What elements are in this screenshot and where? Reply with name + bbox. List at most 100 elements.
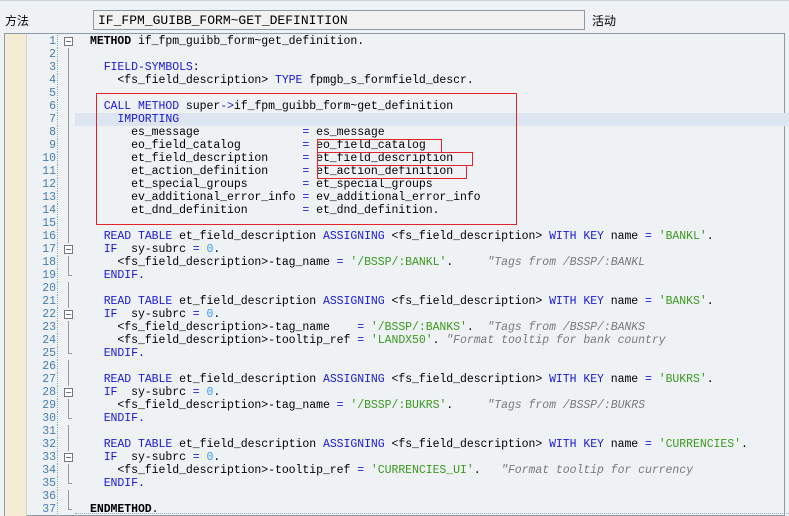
fold-end-icon bbox=[68, 509, 72, 510]
gutter-divider bbox=[57, 217, 58, 230]
code-text: <fs_field_description> TYPE fpmgb_s_form… bbox=[90, 74, 474, 87]
gutter-divider bbox=[57, 35, 58, 48]
code-line[interactable]: 37 ENDMETHOD. bbox=[0, 503, 789, 516]
code-line[interactable]: 16 READ TABLE et_field_description ASSIG… bbox=[0, 230, 789, 243]
code-line[interactable]: 34 <fs_field_description>-tooltip_ref = … bbox=[0, 464, 789, 477]
string-literal: 'LANDX50' bbox=[370, 334, 433, 347]
operator: = bbox=[645, 295, 652, 308]
line-number: 11 bbox=[42, 165, 56, 178]
line-number: 36 bbox=[42, 490, 56, 503]
line-number: 17 bbox=[42, 243, 56, 256]
line-number: 9 bbox=[49, 139, 56, 152]
fold-collapse-icon[interactable]: − bbox=[64, 37, 73, 46]
comment: "Tags from /BSSP/:BANKL bbox=[487, 256, 645, 269]
gutter-divider bbox=[57, 464, 58, 477]
code-text: ENDIF. bbox=[90, 347, 145, 360]
fold-collapse-icon[interactable]: − bbox=[64, 310, 73, 319]
string-literal: 'CURRENCIES_UI' bbox=[370, 464, 474, 477]
number-literal: 0 bbox=[206, 386, 214, 399]
gutter-divider bbox=[57, 282, 58, 295]
line-number: 34 bbox=[42, 464, 56, 477]
keyword: FIELD-SYMBOLS bbox=[103, 61, 193, 74]
code-text: <fs_field_description>-tag_name = '/BSSP… bbox=[90, 399, 645, 412]
fold-line bbox=[68, 425, 69, 438]
gutter-divider bbox=[57, 295, 58, 308]
code-line[interactable]: 19 ENDIF. bbox=[0, 269, 789, 282]
code-text: FIELD-SYMBOLS: bbox=[103, 61, 200, 74]
fold-collapse-icon[interactable]: − bbox=[64, 245, 73, 254]
method-name-field[interactable]: IF_FPM_GUIBB_FORM~GET_DEFINITION bbox=[93, 10, 585, 30]
code-line[interactable]: 29 <fs_field_description>-tag_name = '/B… bbox=[0, 399, 789, 412]
code-line[interactable]: 30 ENDIF. bbox=[0, 412, 789, 425]
code-line[interactable]: 23 <fs_field_description>-tag_name = '/B… bbox=[0, 321, 789, 334]
code-text: READ TABLE et_field_description ASSIGNIN… bbox=[103, 295, 714, 308]
gutter-divider bbox=[57, 308, 58, 321]
fold-collapse-icon[interactable]: − bbox=[64, 453, 73, 462]
code-line[interactable]: 35 ENDIF. bbox=[0, 477, 789, 490]
keyword: TABLE bbox=[137, 295, 173, 308]
fold-line bbox=[68, 165, 69, 178]
gutter-divider bbox=[57, 74, 58, 87]
code-line[interactable]: 21 READ TABLE et_field_description ASSIG… bbox=[0, 295, 789, 308]
keyword: TABLE bbox=[137, 230, 173, 243]
fold-line bbox=[68, 360, 69, 373]
code-text: METHOD if_fpm_guibb_form~get_definition. bbox=[90, 35, 365, 48]
code-line[interactable]: 33− IF sy-subrc = 0. bbox=[0, 451, 789, 464]
code-line[interactable]: 3 FIELD-SYMBOLS: bbox=[0, 61, 789, 74]
gutter-divider bbox=[57, 139, 58, 152]
line-number: 24 bbox=[42, 334, 56, 347]
code-text: <fs_field_description>-tag_name = '/BSSP… bbox=[90, 256, 645, 269]
code-text: IF sy-subrc = 0. bbox=[103, 451, 221, 464]
code-line[interactable]: 24 <fs_field_description>-tooltip_ref = … bbox=[0, 334, 789, 347]
code-line[interactable]: 1− METHOD if_fpm_guibb_form~get_definitio… bbox=[0, 35, 789, 48]
code-line[interactable]: 18 <fs_field_description>-tag_name = '/B… bbox=[0, 256, 789, 269]
code-line[interactable]: 25 ENDIF. bbox=[0, 347, 789, 360]
code-line[interactable]: 2 bbox=[0, 48, 789, 61]
code-line[interactable]: 26 bbox=[0, 360, 789, 373]
fold-collapse-icon[interactable]: − bbox=[64, 388, 73, 397]
gutter-divider bbox=[57, 100, 58, 113]
code-line[interactable]: 22− IF sy-subrc = 0. bbox=[0, 308, 789, 321]
gutter-divider bbox=[57, 152, 58, 165]
line-number: 26 bbox=[42, 360, 56, 373]
code-line[interactable]: 32 READ TABLE et_field_description ASSIG… bbox=[0, 438, 789, 451]
gutter-divider bbox=[57, 477, 58, 490]
line-number: 31 bbox=[42, 425, 56, 438]
operator: = bbox=[357, 334, 365, 347]
gutter-divider bbox=[57, 191, 58, 204]
code-line[interactable]: 17− IF sy-subrc = 0. bbox=[0, 243, 789, 256]
number-literal: 0 bbox=[206, 451, 214, 464]
keyword: KEY bbox=[583, 230, 604, 243]
number-literal: 0 bbox=[206, 308, 214, 321]
operator: = bbox=[192, 243, 200, 256]
operator: = bbox=[645, 373, 652, 386]
code-line[interactable]: 31 bbox=[0, 425, 789, 438]
operator: = bbox=[357, 321, 365, 334]
operator: = bbox=[192, 386, 200, 399]
gutter-divider bbox=[57, 386, 58, 399]
operator: = bbox=[645, 438, 652, 451]
string-literal: 'BANKS' bbox=[658, 295, 707, 308]
code-line[interactable]: 20 bbox=[0, 282, 789, 295]
code-line[interactable]: 4 <fs_field_description> TYPE fpmgb_s_fo… bbox=[0, 74, 789, 87]
line-number: 19 bbox=[42, 269, 56, 282]
fold-line bbox=[68, 61, 69, 74]
editor-bottom-divider bbox=[75, 513, 789, 514]
line-number: 27 bbox=[42, 373, 56, 386]
line-number: 25 bbox=[42, 347, 56, 360]
line-number: 32 bbox=[42, 438, 56, 451]
line-number: 4 bbox=[49, 74, 56, 87]
code-text: READ TABLE et_field_description ASSIGNIN… bbox=[103, 438, 748, 451]
code-text: IF sy-subrc = 0. bbox=[103, 243, 221, 256]
et-action-definition-highlight-box bbox=[317, 165, 467, 179]
keyword: READ bbox=[103, 373, 132, 386]
fold-line bbox=[68, 399, 69, 412]
code-line[interactable]: 28− IF sy-subrc = 0. bbox=[0, 386, 789, 399]
fold-line bbox=[68, 178, 69, 191]
fold-line bbox=[68, 87, 69, 100]
operator: = bbox=[336, 256, 344, 269]
code-line[interactable]: 27 READ TABLE et_field_description ASSIG… bbox=[0, 373, 789, 386]
fold-end-icon bbox=[68, 275, 72, 276]
fold-line bbox=[68, 438, 69, 451]
code-line[interactable]: 36 bbox=[0, 490, 789, 503]
